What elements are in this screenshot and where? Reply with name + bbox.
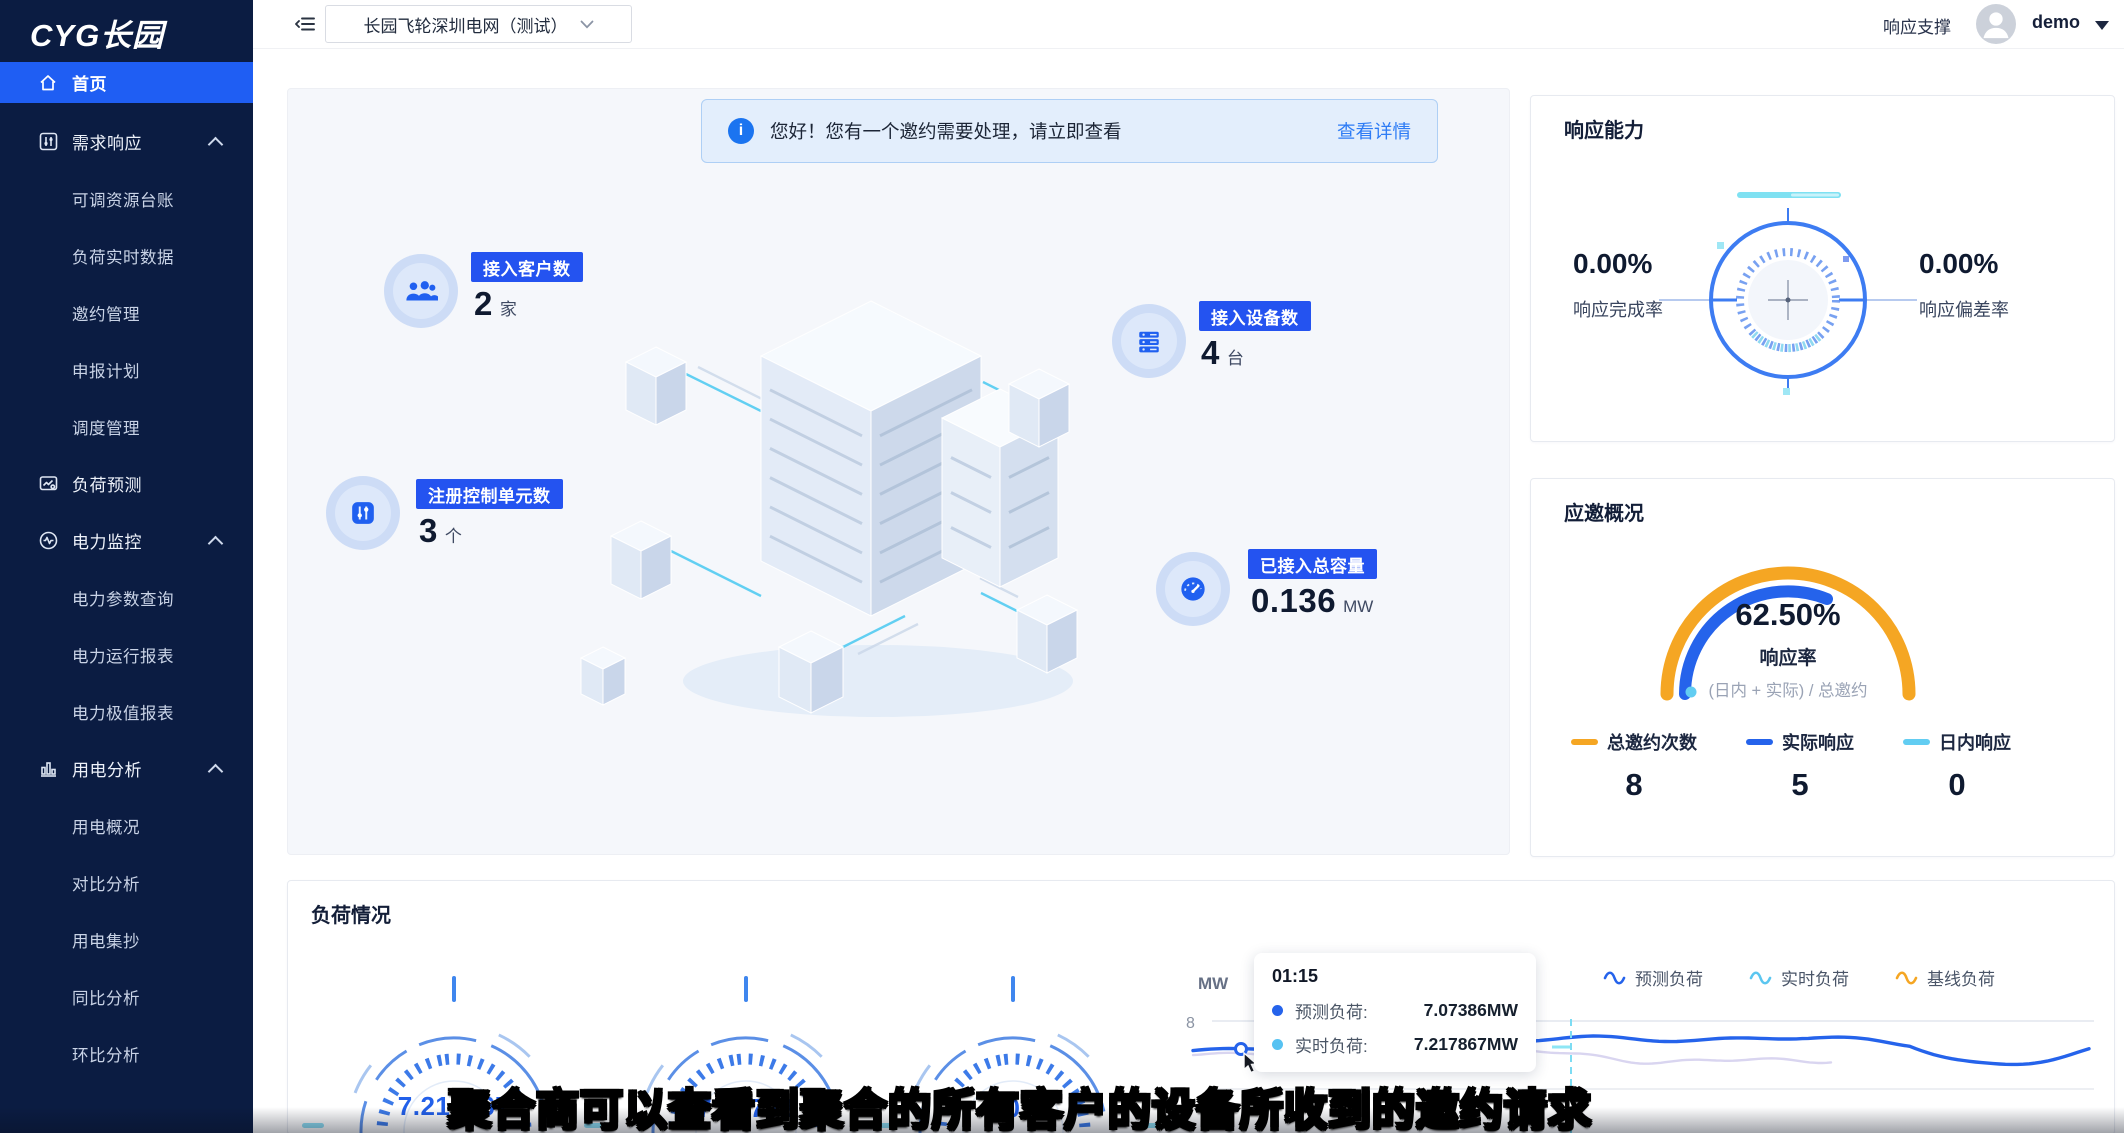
stat-value: 3个 <box>419 512 462 550</box>
org-selector-value: 长园飞轮深圳电网（测试） <box>364 12 568 37</box>
stat-value: 0.136MW <box>1251 582 1373 620</box>
deviation-rate-value: 0.00% <box>1919 248 1998 280</box>
banner-message: 您好！您有一个邀约需要处理，请立即查看 <box>770 118 1122 144</box>
sidebar-item-realtime-load[interactable]: 负荷实时数据 <box>0 227 253 284</box>
sidebar-item-power-params[interactable]: 电力参数查询 <box>0 569 253 626</box>
wave-icon <box>1749 969 1772 987</box>
sidebar-item-load-forecast[interactable]: 负荷预测 <box>0 455 253 512</box>
sidebar-item-label: 需求响应 <box>72 129 142 154</box>
sidebar: CYG长园 首页 需求响应 可调资源台账 负荷实时数据 邀约管理 申报计划 调度… <box>0 0 253 1133</box>
sidebar-item-dispatch-mgmt[interactable]: 调度管理 <box>0 398 253 455</box>
response-rate-label: 响应率 <box>1638 643 1938 670</box>
capacity-stat-icon-circle <box>1156 552 1230 626</box>
user-icon <box>1976 4 2016 44</box>
legend-total-invitations[interactable]: 总邀约次数 8 <box>1571 729 1697 803</box>
stat-label-badge: 接入设备数 <box>1199 301 1311 331</box>
sidebar-item-declaration-plan[interactable]: 申报计划 <box>0 341 253 398</box>
stat-label-badge: 注册控制单元数 <box>416 479 563 509</box>
sidebar-item-power-report[interactable]: 电力运行报表 <box>0 626 253 683</box>
sliders-icon <box>38 131 60 153</box>
legend-swatch <box>1571 739 1598 745</box>
response-rate-value: 62.50% <box>1638 597 1938 633</box>
chart-tooltip: 01:15 预测负荷: 7.07386MW 实时负荷: 7.217867MW <box>1254 953 1536 1072</box>
invitation-overview-panel: 应邀概况 62.50% 响应率 (日内 + 实际) / 总邀约 总邀约次数 8 … <box>1530 478 2115 857</box>
sidebar-item-home[interactable]: 首页 <box>0 62 253 103</box>
legend-value: 8 <box>1625 767 1642 803</box>
topbar: 长园飞轮深圳电网（测试） 响应支撑 demo <box>253 0 2124 49</box>
stat-value: 4台 <box>1201 334 1244 372</box>
chevron-up-icon <box>208 764 224 780</box>
sidebar-item-mom-analysis[interactable]: 环比分析 <box>0 1025 253 1082</box>
username[interactable]: demo <box>2032 12 2080 33</box>
tooltip-time: 01:15 <box>1272 966 1518 987</box>
chevron-down-icon <box>580 20 594 29</box>
legend-realtime-load[interactable]: 实时负荷 <box>1749 965 1849 990</box>
control-sliders-icon <box>350 500 376 526</box>
stat-label-badge: 已接入总容量 <box>1248 549 1377 579</box>
sidebar-item-power-monitor[interactable]: 电力监控 <box>0 512 253 569</box>
wave-icon <box>1895 969 1918 987</box>
server-illustration <box>548 239 1508 739</box>
sidebar-item-compare-analysis[interactable]: 对比分析 <box>0 854 253 911</box>
forecast-chart-icon <box>38 473 60 495</box>
notification-banner: i 您好！您有一个邀约需要处理，请立即查看 查看详情 <box>701 99 1438 163</box>
support-link[interactable]: 响应支撑 <box>1883 13 1951 38</box>
response-rate-formula: (日内 + 实际) / 总邀约 <box>1588 677 1988 701</box>
view-details-link[interactable]: 查看详情 <box>1337 118 1411 144</box>
home-icon <box>38 72 60 94</box>
sidebar-item-invitation-mgmt[interactable]: 邀约管理 <box>0 284 253 341</box>
pulse-icon <box>38 530 60 552</box>
sidebar-item-demand-response[interactable]: 需求响应 <box>0 113 253 170</box>
sidebar-item-usage-analysis[interactable]: 用电分析 <box>0 740 253 797</box>
legend-baseline-load[interactable]: 基线负荷 <box>1895 965 1995 990</box>
video-subtitle: 聚合商可以查看到聚合的所有客户的设备所收到的邀约请求 <box>440 1076 1600 1133</box>
sidebar-item-power-extremes[interactable]: 电力极值报表 <box>0 683 253 740</box>
users-icon <box>404 278 438 304</box>
legend-value: 0 <box>1948 767 1965 803</box>
gauge-icon <box>1179 575 1207 603</box>
tooltip-row: 实时负荷: 7.217867MW <box>1272 1032 1518 1057</box>
legend-value: 5 <box>1791 767 1808 803</box>
legend-intraday-responses[interactable]: 日内响应 0 <box>1903 729 2011 803</box>
sidebar-item-adjustable-resources[interactable]: 可调资源台账 <box>0 170 253 227</box>
chevron-up-icon <box>208 137 224 153</box>
invitation-legend: 总邀约次数 8 实际响应 5 日内响应 0 <box>1571 729 2011 803</box>
series-dot <box>1272 1039 1283 1050</box>
completion-rate-label: 响应完成率 <box>1573 296 1663 322</box>
tooltip-row: 预测负荷: 7.07386MW <box>1272 998 1518 1023</box>
chart-legend: 预测负荷 实时负荷 基线负荷 <box>1603 965 1995 990</box>
sidebar-item-usage-overview[interactable]: 用电概况 <box>0 797 253 854</box>
legend-swatch <box>1746 739 1773 745</box>
legend-actual-responses[interactable]: 实际响应 5 <box>1746 729 1854 803</box>
sidebar-nav: 需求响应 可调资源台账 负荷实时数据 邀约管理 申报计划 调度管理 负荷预测 电… <box>0 113 253 1082</box>
sidebar-item-yoy-analysis[interactable]: 同比分析 <box>0 968 253 1025</box>
response-capability-panel: 响应能力 0.00% 响应完成率 0.00% 响应偏差率 <box>1530 95 2115 442</box>
sidebar-item-label: 首页 <box>72 70 107 95</box>
brand-logo: CYG长园 <box>30 10 164 55</box>
overview-panel: i 您好！您有一个邀约需要处理，请立即查看 查看详情 接入客户数 2家 接入设备… <box>287 88 1510 855</box>
legend-swatch <box>1903 739 1930 745</box>
menu-fold-icon[interactable] <box>293 13 317 35</box>
avatar[interactable] <box>1976 4 2016 44</box>
bar-chart-icon <box>38 758 60 780</box>
stat-value: 2家 <box>474 285 517 323</box>
control-unit-stat-icon-circle <box>326 476 400 550</box>
stat-label-badge: 接入客户数 <box>471 252 583 282</box>
customer-stat-icon-circle <box>384 254 458 328</box>
server-icon <box>1136 328 1162 354</box>
series-dot <box>1272 1005 1283 1016</box>
chevron-up-icon <box>208 536 224 552</box>
wave-icon <box>1603 969 1626 987</box>
sidebar-item-meter-reading[interactable]: 用电集抄 <box>0 911 253 968</box>
info-icon: i <box>728 118 754 144</box>
legend-forecast-load[interactable]: 预测负荷 <box>1603 965 1703 990</box>
caret-down-icon[interactable] <box>2095 21 2109 30</box>
org-selector[interactable]: 长园飞轮深圳电网（测试） <box>325 5 632 43</box>
completion-rate-value: 0.00% <box>1573 248 1652 280</box>
device-stat-icon-circle <box>1112 304 1186 378</box>
deviation-rate-label: 响应偏差率 <box>1919 296 2009 322</box>
y-axis-tick: 8 <box>1186 1015 1195 1032</box>
app-root: CYG长园 首页 需求响应 可调资源台账 负荷实时数据 邀约管理 申报计划 调度… <box>0 0 2124 1133</box>
y-axis-unit: MW <box>1198 974 1229 993</box>
